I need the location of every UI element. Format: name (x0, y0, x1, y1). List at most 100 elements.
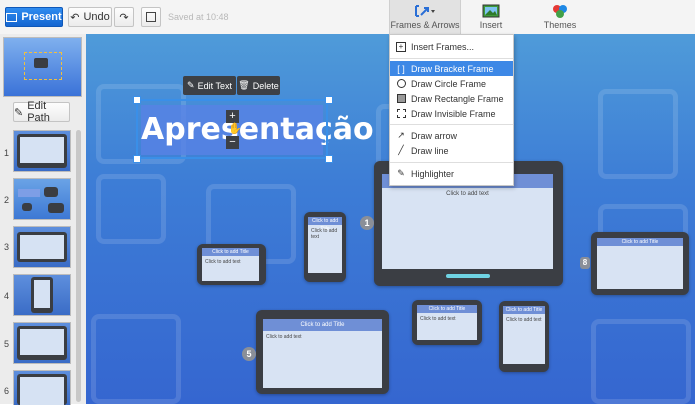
resize-handle[interactable] (133, 96, 141, 104)
thumbnail-number: 5 (4, 339, 10, 349)
frame-tablet[interactable]: Click to add Title Click to add text (197, 244, 266, 285)
frame-body-text: Click to add text (266, 334, 302, 340)
frame-tablet[interactable]: Click to add Title Click to add text (412, 300, 482, 345)
thumbnail-number: 4 (4, 291, 10, 301)
thumbnail-number: 6 (4, 386, 10, 396)
path-step-5[interactable]: 5 (242, 347, 256, 361)
present-icon (6, 12, 18, 22)
background-shape (91, 314, 181, 404)
resize-handle[interactable] (325, 96, 333, 104)
menu-separator (390, 124, 513, 125)
highlighter-icon: ✎ (397, 168, 405, 178)
trash-icon: 🗑 (238, 80, 250, 90)
menu-item-label: Draw Bracket Frame (411, 63, 494, 74)
undo-icon: ↶ (70, 11, 80, 24)
undo-button[interactable]: ↶ Undo (68, 7, 112, 27)
frame-title: Click to add Title (308, 217, 342, 232)
edit-text-button[interactable]: ✎ Edit Text (183, 76, 236, 95)
insert-tool[interactable]: Insert (467, 0, 515, 34)
resize-handle[interactable] (133, 155, 141, 163)
background-shape (591, 319, 691, 404)
frame-tablet[interactable]: Click to add Title Click to add text (499, 301, 549, 372)
rectangle-frame-icon (396, 94, 406, 104)
menu-item-draw-rectangle-frame[interactable]: Draw Rectangle Frame (390, 91, 513, 106)
insert-frames-icon: + (396, 41, 406, 52)
menu-item-label: Draw line (411, 145, 449, 156)
edit-text-label: Edit Text (197, 80, 232, 91)
path-thumbnail-3[interactable] (13, 226, 71, 268)
frames-arrows-icon (415, 5, 435, 17)
present-label: Present (21, 11, 62, 23)
sidebar-scrollbar[interactable] (76, 130, 81, 402)
thumbnail-number: 2 (4, 195, 10, 205)
pencil-icon: ✎ (187, 80, 195, 90)
frames-arrows-label: Frames & Arrows (390, 20, 460, 30)
frame-tablet[interactable]: Click to add Title Click to add text (256, 310, 389, 394)
frame-title: Click to add Title (202, 248, 259, 256)
path-thumbnail-6[interactable] (13, 370, 71, 405)
menu-item-draw-invisible-frame[interactable]: Draw Invisible Frame (390, 106, 513, 121)
menu-item-draw-circle-frame[interactable]: Draw Circle Frame (390, 76, 513, 91)
overview-thumbnail[interactable] (3, 37, 82, 97)
path-thumbnail-5[interactable] (13, 322, 71, 364)
menu-item-label: Insert Frames... (411, 41, 475, 52)
menu-item-label: Draw Invisible Frame (411, 108, 496, 119)
menu-item-insert-frames[interactable]: + Insert Frames... (390, 39, 513, 54)
redo-button[interactable]: ↷ (114, 7, 134, 27)
edit-path-label: Edit Path (27, 100, 50, 124)
thumbnail-number: 1 (4, 148, 10, 158)
resize-handle[interactable] (325, 155, 333, 163)
menu-item-label: Draw Circle Frame (411, 78, 487, 89)
insert-label: Insert (479, 20, 503, 30)
themes-tool[interactable]: Themes (536, 0, 584, 34)
invisible-frame-icon (396, 109, 406, 119)
menu-item-label: Highlighter (411, 168, 455, 179)
themes-label: Themes (543, 20, 577, 30)
path-step-1[interactable]: 1 (360, 216, 374, 230)
insert-image-icon (482, 4, 500, 18)
menu-item-draw-arrow[interactable]: ↗ Draw arrow (390, 128, 513, 143)
circle-frame-icon (396, 79, 406, 89)
edit-path-button[interactable]: ✎ Edit Path (13, 100, 70, 124)
menu-separator (390, 58, 513, 59)
path-thumbnail-2[interactable] (13, 178, 71, 220)
saved-status: Saved at 10:48 (168, 12, 229, 22)
menu-item-label: Draw arrow (411, 130, 458, 141)
zoom-in-button[interactable]: + (226, 110, 239, 123)
arrow-icon: ↗ (397, 130, 405, 140)
background-shape (96, 174, 166, 244)
menu-item-highlighter[interactable]: ✎ Highlighter (390, 166, 513, 181)
toolbar: Present ↶ Undo ↷ Saved at 10:48 Frames &… (0, 0, 695, 35)
menu-item-draw-bracket-frame[interactable]: [ ] Draw Bracket Frame (390, 61, 513, 76)
menu-separator (390, 162, 513, 163)
undo-label: Undo (83, 11, 110, 23)
frame-screen: Click to add text (382, 174, 553, 269)
frames-arrows-tool[interactable]: Frames & Arrows (389, 0, 461, 34)
save-icon (146, 12, 156, 22)
frame-tablet[interactable]: Click to add Title Click to add text (304, 212, 346, 282)
save-button[interactable] (141, 7, 161, 27)
delete-button[interactable]: 🗑 Delete (237, 76, 280, 95)
path-thumbnail-1[interactable] (13, 130, 71, 172)
present-button[interactable]: Present (5, 7, 63, 27)
bracket-frame-icon: [ ] (397, 63, 405, 74)
thumbnail-number: 3 (4, 242, 10, 252)
frame-title: Click to add Title (417, 305, 477, 313)
frame-title: Click to add Title (503, 306, 545, 314)
frame-body-text: Click to add text (205, 259, 241, 265)
path-thumbnail-4[interactable] (13, 274, 71, 316)
menu-item-draw-line[interactable]: ╱ Draw line (390, 143, 513, 158)
frame-body-text: Click to add text (506, 317, 542, 323)
frame-tablet[interactable]: Click to add Title (591, 232, 689, 295)
frame-body-text: Click to add text (446, 191, 489, 197)
frame-title: Click to add Title (597, 238, 683, 246)
pencil-icon: ✎ (14, 106, 24, 119)
themes-icon (553, 5, 567, 18)
zoom-out-button[interactable]: − (226, 136, 239, 149)
hand-cursor-icon[interactable]: ✋ (228, 123, 242, 135)
frame-body-text: Click to add text (420, 316, 456, 322)
path-step-8[interactable]: 8 (580, 257, 590, 269)
line-icon: ╱ (398, 145, 404, 155)
monitor-stand (446, 274, 490, 278)
background-shape (598, 89, 678, 179)
